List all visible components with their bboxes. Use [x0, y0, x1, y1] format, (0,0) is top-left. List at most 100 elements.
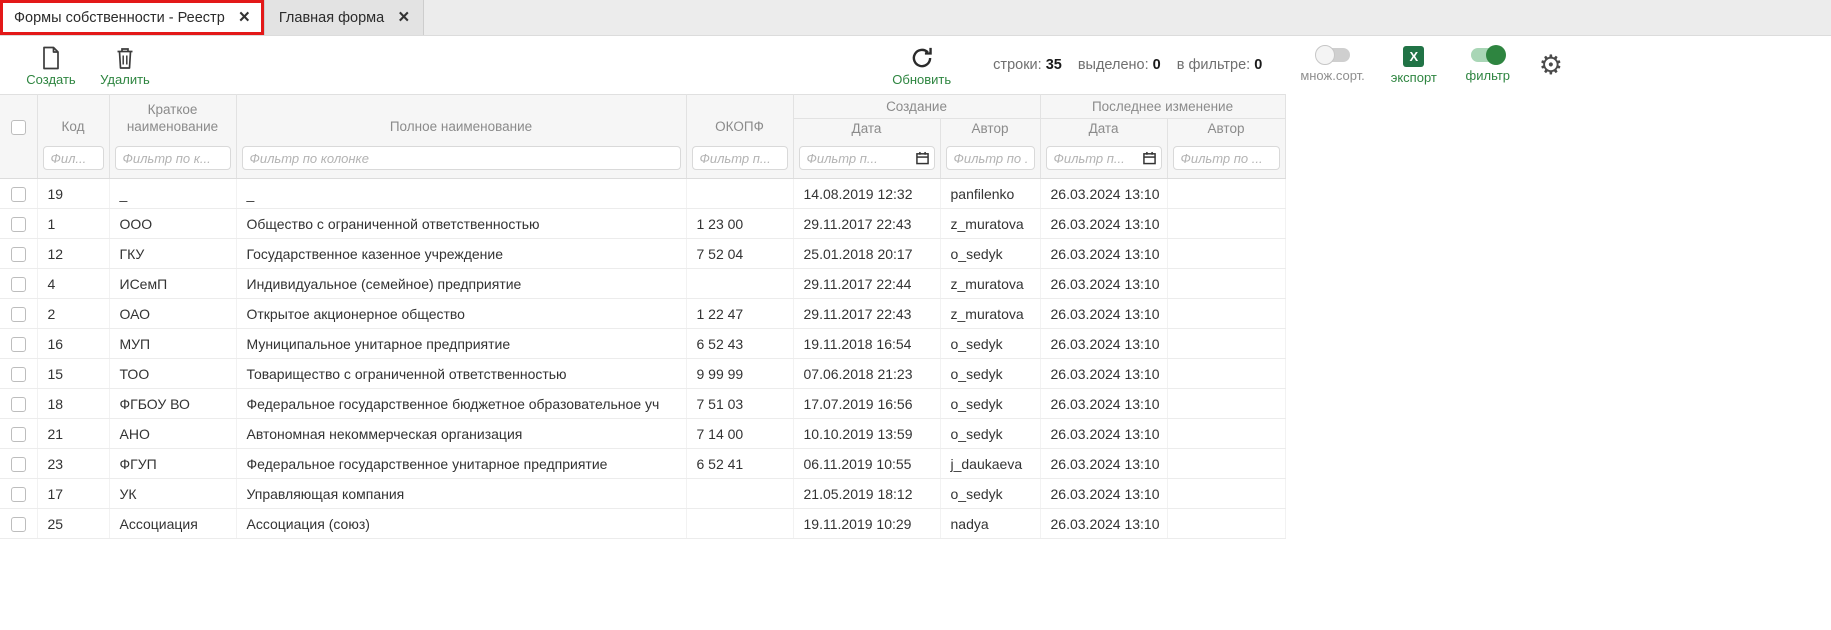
cell-change-author	[1167, 209, 1285, 239]
toggle-off-icon[interactable]	[1316, 48, 1350, 62]
cell-creation-author: z_muratova	[940, 299, 1040, 329]
cell-short-name: УК	[109, 479, 236, 509]
cell-okopf: 6 52 43	[686, 329, 793, 359]
cell-change-date: 26.03.2024 13:10	[1040, 179, 1167, 209]
table-row[interactable]: 2 ОАО Открытое акционерное общество 1 22…	[0, 299, 1285, 329]
cell-creation-date: 17.07.2019 16:56	[793, 389, 940, 419]
export-button[interactable]: X экспорт	[1389, 46, 1439, 84]
filter-creation-author-input[interactable]	[946, 146, 1035, 170]
table-row[interactable]: 15 ТОО Товарищество с ограниченной ответ…	[0, 359, 1285, 389]
row-checkbox-cell	[0, 299, 37, 329]
create-button[interactable]: Создать	[26, 44, 76, 86]
table-row[interactable]: 16 МУП Муниципальное унитарное предприят…	[0, 329, 1285, 359]
toolbar: Создать Удалить Обновить	[0, 36, 1831, 94]
cell-full-name: Общество с ограниченной ответственностью	[236, 209, 686, 239]
table-row[interactable]: 12 ГКУ Государственное казенное учрежден…	[0, 239, 1285, 269]
row-checkbox-cell	[0, 239, 37, 269]
cell-okopf	[686, 479, 793, 509]
row-checkbox-cell	[0, 359, 37, 389]
row-checkbox[interactable]	[11, 277, 26, 292]
col-header-full-name[interactable]: Полное наименование	[236, 95, 686, 145]
col-header-creation-date[interactable]: Дата	[793, 119, 940, 145]
row-checkbox[interactable]	[11, 487, 26, 502]
cell-change-author	[1167, 299, 1285, 329]
row-stats: строки: 35 выделено: 0 в фильтре: 0	[993, 57, 1262, 73]
cell-creation-date: 19.11.2019 10:29	[793, 509, 940, 539]
cell-change-author	[1167, 239, 1285, 269]
trash-icon	[114, 44, 136, 71]
cell-change-author	[1167, 509, 1285, 539]
cell-full-name: Открытое акционерное общество	[236, 299, 686, 329]
filter-full-name-input[interactable]	[242, 146, 681, 170]
col-header-code[interactable]: Код	[37, 95, 109, 145]
cell-full-name: Товарищество с ограниченной ответственно…	[236, 359, 686, 389]
row-checkbox[interactable]	[11, 517, 26, 532]
row-checkbox[interactable]	[11, 217, 26, 232]
cell-change-date: 26.03.2024 13:10	[1040, 299, 1167, 329]
col-header-okopf[interactable]: ОКОПФ	[686, 95, 793, 145]
filter-short-name-input[interactable]	[115, 146, 231, 170]
cell-change-author	[1167, 269, 1285, 299]
table-row[interactable]: 21 АНО Автономная некоммерческая организ…	[0, 419, 1285, 449]
delete-button[interactable]: Удалить	[100, 44, 150, 86]
close-icon[interactable]: ×	[398, 8, 409, 27]
col-header-change-date[interactable]: Дата	[1040, 119, 1167, 145]
refresh-button[interactable]: Обновить	[892, 44, 951, 86]
calendar-icon[interactable]	[1143, 152, 1156, 165]
row-checkbox[interactable]	[11, 247, 26, 262]
col-header-short-name[interactable]: Краткое наименование	[109, 95, 236, 145]
toggle-on-icon[interactable]	[1471, 48, 1505, 62]
row-checkbox[interactable]	[11, 307, 26, 322]
row-checkbox[interactable]	[11, 337, 26, 352]
table-body: 19 _ _ 14.08.2019 12:32 panfilenko 26.03…	[0, 179, 1285, 539]
tab-bar: Формы собственности - Реестр × Главная ф…	[0, 0, 1831, 36]
cell-code: 21	[37, 419, 109, 449]
cell-change-date: 26.03.2024 13:10	[1040, 389, 1167, 419]
row-checkbox[interactable]	[11, 457, 26, 472]
multisort-toggle[interactable]: множ.сорт.	[1300, 48, 1364, 82]
filter-code-input[interactable]	[43, 146, 104, 170]
cell-change-date: 26.03.2024 13:10	[1040, 419, 1167, 449]
cell-short-name: ИСемП	[109, 269, 236, 299]
close-icon[interactable]: ×	[239, 8, 250, 27]
cell-change-date: 26.03.2024 13:10	[1040, 359, 1167, 389]
cell-change-date: 26.03.2024 13:10	[1040, 509, 1167, 539]
table-row[interactable]: 23 ФГУП Федеральное государственное унит…	[0, 449, 1285, 479]
cell-okopf	[686, 179, 793, 209]
filter-creation-date-wrap	[799, 151, 935, 166]
row-checkbox[interactable]	[11, 187, 26, 202]
table-row[interactable]: 4 ИСемП Индивидуальное (семейное) предпр…	[0, 269, 1285, 299]
filter-okopf-input[interactable]	[692, 146, 788, 170]
filter-creation-date-input[interactable]	[799, 146, 935, 170]
cell-creation-author: j_daukaeva	[940, 449, 1040, 479]
table-row[interactable]: 18 ФГБОУ ВО Федеральное государственное …	[0, 389, 1285, 419]
row-checkbox[interactable]	[11, 427, 26, 442]
row-checkbox-cell	[0, 389, 37, 419]
col-header-creation-author[interactable]: Автор	[940, 119, 1040, 145]
stat-rows: строки: 35	[993, 57, 1062, 73]
stat-filtered-label: в фильтре:	[1177, 57, 1250, 73]
row-checkbox[interactable]	[11, 367, 26, 382]
table-row[interactable]: 25 Ассоциация Ассоциация (союз) 19.11.20…	[0, 509, 1285, 539]
cell-okopf	[686, 269, 793, 299]
select-all-checkbox[interactable]	[11, 120, 26, 135]
table-row[interactable]: 19 _ _ 14.08.2019 12:32 panfilenko 26.03…	[0, 179, 1285, 209]
stat-selected: выделено: 0	[1078, 57, 1161, 73]
calendar-icon[interactable]	[916, 152, 929, 165]
table-row[interactable]: 1 ООО Общество с ограниченной ответствен…	[0, 209, 1285, 239]
row-checkbox[interactable]	[11, 397, 26, 412]
cell-creation-date: 19.11.2018 16:54	[793, 329, 940, 359]
col-header-change-author[interactable]: Автор	[1167, 119, 1285, 145]
cell-okopf: 1 23 00	[686, 209, 793, 239]
cell-code: 12	[37, 239, 109, 269]
tab-forms-of-ownership-registry[interactable]: Формы собственности - Реестр ×	[0, 0, 265, 35]
table-row[interactable]: 17 УК Управляющая компания 21.05.2019 18…	[0, 479, 1285, 509]
cell-short-name: АНО	[109, 419, 236, 449]
settings-gear-icon[interactable]: ⚙	[1539, 52, 1563, 79]
cell-creation-author: nadya	[940, 509, 1040, 539]
filter-change-author-input[interactable]	[1173, 146, 1280, 170]
header-filter-row	[0, 145, 1285, 179]
filter-toggle[interactable]: фильтр	[1463, 48, 1513, 82]
cell-short-name: ФГБОУ ВО	[109, 389, 236, 419]
tab-main-form[interactable]: Главная форма ×	[265, 0, 424, 35]
